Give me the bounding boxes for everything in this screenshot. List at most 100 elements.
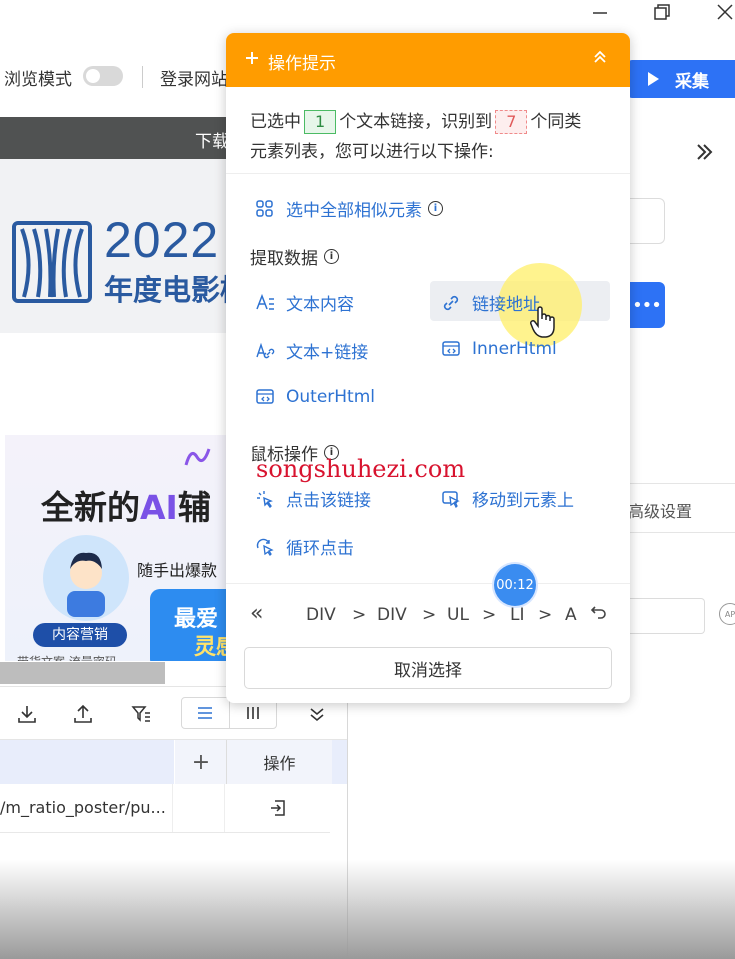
selection-summary-line2: 元素列表，您可以进行以下操作: [250,142,494,162]
play-icon [648,72,659,86]
similar-count-badge: 7 [495,110,528,134]
collapse-button[interactable] [592,49,608,69]
outer-html-icon [254,386,276,408]
table-cell-empty [172,784,225,832]
breadcrumb-item[interactable]: LI [510,605,525,625]
right-input-field[interactable] [628,198,665,244]
collect-label: 采集 [675,71,709,92]
collect-button[interactable]: 采集 [628,60,735,98]
table-cell-value: /m_ratio_poster/pu... [0,798,166,817]
upload-button[interactable] [72,703,94,725]
cartoon-person-icon [67,552,105,617]
enter-icon [271,800,285,816]
maximize-button[interactable] [645,0,679,24]
brand-logo-icon [184,448,211,466]
api-input-field[interactable] [628,598,705,634]
breadcrumb-separator: > [482,605,497,625]
breadcrumb-item[interactable]: A [565,605,577,625]
click-link-label: 点击该链接 [286,491,371,511]
add-column-button[interactable]: + [174,740,227,784]
move-to-element-button[interactable]: 移动到元素上 [440,486,574,511]
breadcrumb-separator: > [422,605,437,625]
undo-icon [590,606,606,619]
column-view-icon [247,707,259,719]
ad-title: 全新的AI辅 [41,481,211,529]
undo-button[interactable] [590,603,608,626]
breadcrumb-back-button[interactable]: « [250,601,263,626]
text-link-icon [254,340,276,362]
outer-html-label: OuterHtml [286,387,376,407]
download-button[interactable] [16,703,38,725]
maximize-icon [654,4,670,20]
download-bar-text[interactable]: 下载 [195,127,229,152]
hand-cursor-icon [530,306,555,338]
selection-prefix: 已选中 [250,112,301,132]
ad-title-ai: AI [140,488,178,527]
extract-section-title: 提取数据 [250,249,318,269]
operation-tips-popup: 操作提示 已选中 1 个文本链接，识别到 7 个同类 元素列表，您可以进行以下操作: 选… [226,33,630,703]
minimize-button[interactable] [583,0,617,24]
horizontal-scrollbar[interactable] [0,662,165,684]
plus-icon [244,47,260,71]
top-toolbar: 浏览模式 登录网站 [0,55,230,97]
breadcrumb-item[interactable]: DIV [306,605,336,625]
list-view-icon [198,707,212,719]
loop-click-icon [254,536,276,558]
list-view-button[interactable] [182,698,228,728]
selection-suffix: 个同类 [530,112,582,132]
advanced-settings-tab[interactable]: 高级设置 [628,483,735,533]
cancel-selection-button[interactable]: 取消选择 [244,647,612,689]
loop-click-label: 循环点击 [286,539,354,559]
movie-logo-icon [12,221,92,303]
ad-title-suffix: 辅 [177,488,211,527]
text-plus-link-button[interactable]: 文本+链接 [254,338,368,363]
breadcrumb-separator: > [538,605,553,625]
click-icon [254,488,276,510]
double-chevron-right-icon [697,144,713,160]
info-icon[interactable]: i [324,249,339,264]
breadcrumb-item[interactable]: UL [447,605,469,625]
selection-summary: 已选中 1 个文本链接，识别到 7 个同类 [250,107,581,134]
operation-header: 操作 [226,740,332,784]
click-link-button[interactable]: 点击该链接 [254,486,371,511]
inner-html-label: InnerHtml [472,339,557,359]
link-icon [440,292,462,314]
popup-separator [226,583,630,584]
filter-button[interactable] [130,703,152,725]
select-all-similar-button[interactable]: 选中全部相似元素 i [254,196,443,221]
text-content-button[interactable]: 文本内容 [254,290,354,315]
toolbar-divider [142,66,143,88]
advanced-settings-label: 高级设置 [628,502,693,521]
download-icon [18,706,36,723]
browse-mode-toggle[interactable] [83,66,123,86]
close-icon [717,4,733,20]
ad-avatar [43,535,129,621]
close-button[interactable] [708,0,735,24]
expand-right-button[interactable] [694,140,714,168]
extract-data-section: 提取数据 i [250,244,339,269]
inner-html-button[interactable]: InnerHtml [440,338,557,360]
outer-html-button[interactable]: OuterHtml [254,386,375,408]
double-chevron-up-icon [594,50,606,63]
table-header: + 操作 [0,739,347,784]
loop-click-button[interactable]: 循环点击 [254,534,354,559]
filter-icon [131,706,150,722]
move-to-element-label: 移动到元素上 [472,491,574,511]
watermark: songshuhezi.com [256,455,466,483]
login-website-button[interactable]: 登录网站 [160,65,228,90]
browse-mode-label: 浏览模式 [4,70,72,90]
api-icon[interactable]: AP [719,603,735,625]
more-button[interactable]: ••• [628,282,665,328]
select-all-label: 选中全部相似元素 [286,201,422,221]
row-action-button[interactable] [224,784,331,832]
element-path-breadcrumb: « DIV > DIV > UL > LI > A [226,599,630,629]
grid-icon [254,198,276,220]
link-address-button[interactable]: 链接地址 [440,290,540,315]
hover-icon [440,488,462,510]
expand-down-button[interactable] [306,703,328,725]
ad-subtitle: 随手出爆款 [137,561,218,580]
breadcrumb-item[interactable]: DIV [377,605,407,625]
breadcrumb-separator: > [352,605,367,625]
info-icon[interactable]: i [428,201,443,216]
inner-html-icon [440,338,462,360]
